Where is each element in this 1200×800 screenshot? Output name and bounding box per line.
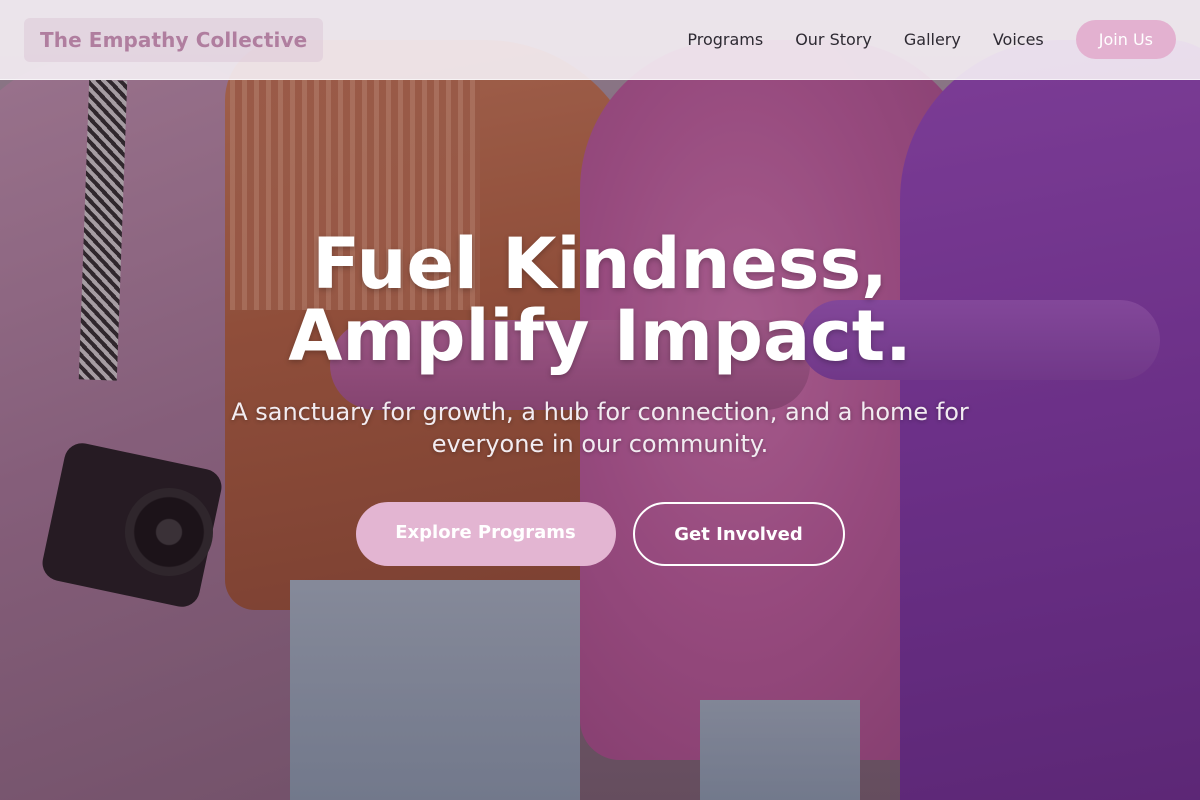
nav-links: Programs Our Story Gallery Voices Join U…	[687, 20, 1176, 59]
nav-link-voices[interactable]: Voices	[993, 30, 1044, 49]
hero-buttons: Explore Programs Get Involved	[0, 502, 1200, 566]
hero-subtitle: A sanctuary for growth, a hub for connec…	[231, 398, 969, 458]
hero-title: Fuel Kindness, Amplify Impact.	[0, 228, 1200, 372]
join-us-button[interactable]: Join Us	[1075, 20, 1176, 59]
nav-link-programs[interactable]: Programs	[687, 30, 763, 49]
top-navbar: The Empathy Collective Programs Our Stor…	[0, 0, 1200, 80]
nav-link-gallery[interactable]: Gallery	[904, 30, 961, 49]
nav-link-our-story[interactable]: Our Story	[795, 30, 872, 49]
explore-programs-button[interactable]: Explore Programs	[355, 502, 616, 566]
hero-title-line-2: Amplify Impact.	[288, 295, 912, 377]
hero-title-line-1: Fuel Kindness,	[312, 223, 888, 305]
get-involved-button[interactable]: Get Involved	[632, 502, 845, 566]
landing-page: The Empathy Collective Programs Our Stor…	[0, 0, 1200, 800]
hero-section: Fuel Kindness, Amplify Impact. A sanctua…	[0, 228, 1200, 566]
brand-logo[interactable]: The Empathy Collective	[24, 17, 324, 62]
